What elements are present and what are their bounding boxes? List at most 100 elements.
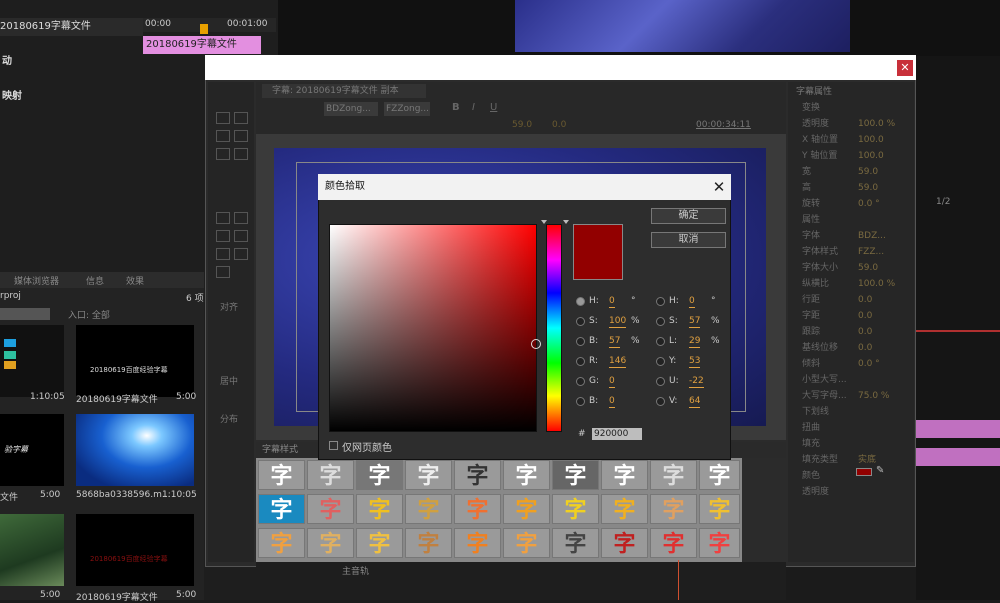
property-row[interactable]: 填充: [788, 436, 914, 452]
style-swatch[interactable]: 字: [552, 460, 599, 490]
property-value[interactable]: 实底: [858, 452, 876, 468]
style-swatch[interactable]: 字: [601, 494, 648, 524]
color-field-value[interactable]: 0: [609, 396, 615, 408]
close-icon[interactable]: ✕: [897, 60, 913, 76]
property-value[interactable]: 0.0: [858, 324, 872, 340]
color-field-value[interactable]: 57: [689, 316, 701, 328]
property-row[interactable]: 行距 0.0: [788, 292, 914, 308]
underline-button[interactable]: U: [490, 102, 497, 113]
property-value[interactable]: 0.0 °: [858, 356, 880, 372]
eyedropper-icon[interactable]: ✎: [876, 465, 884, 476]
color-mode-radio[interactable]: [576, 337, 585, 346]
timeline-ruler[interactable]: 00:00 00:01:00: [143, 18, 276, 32]
color-field-value[interactable]: 146: [609, 356, 627, 368]
property-row[interactable]: 高 59.0: [788, 180, 914, 196]
style-swatch[interactable]: 字: [552, 528, 599, 558]
color-field-value[interactable]: 0: [609, 296, 615, 308]
timeline-clip[interactable]: [916, 420, 1000, 438]
path-text-tool-icon[interactable]: [234, 130, 248, 142]
property-row[interactable]: 颜色: [788, 468, 914, 484]
titler-title-bar[interactable]: [205, 55, 916, 80]
property-value[interactable]: 0.0: [858, 308, 872, 324]
style-swatch[interactable]: 字: [258, 494, 305, 524]
property-row[interactable]: 旋转 0.0 °: [788, 196, 914, 212]
color-picker-handle[interactable]: [531, 339, 541, 349]
tab-info[interactable]: 信息: [86, 274, 104, 287]
property-row[interactable]: 倾斜 0.0 °: [788, 356, 914, 372]
style-swatch[interactable]: 字: [356, 528, 403, 558]
property-row[interactable]: 填充类型 实底: [788, 452, 914, 468]
hex-input[interactable]: 920000: [592, 428, 642, 440]
color-mode-radio[interactable]: [576, 377, 585, 386]
project-thumbnail[interactable]: 20180619百度经验字幕: [76, 514, 194, 586]
property-row[interactable]: 扭曲: [788, 420, 914, 436]
cancel-button[interactable]: 取消: [651, 232, 726, 248]
style-swatch[interactable]: 字: [699, 494, 740, 524]
color-field-value[interactable]: 100: [609, 316, 627, 328]
style-swatch[interactable]: 字: [405, 460, 452, 490]
property-row[interactable]: 纵横比 100.0 %: [788, 276, 914, 292]
project-thumbnail[interactable]: 20180619百度经验字幕: [76, 325, 194, 397]
property-row[interactable]: 基线位移 0.0: [788, 340, 914, 356]
color-field-value[interactable]: 57: [609, 336, 621, 348]
color-mode-radio[interactable]: [576, 397, 585, 406]
web-colors-checkbox[interactable]: [329, 441, 338, 450]
rounded-rect-tool-icon[interactable]: [234, 212, 248, 224]
property-row[interactable]: 小型大写...: [788, 372, 914, 388]
font-family-select[interactable]: BDZong...: [324, 102, 378, 116]
italic-button[interactable]: I: [472, 102, 475, 113]
style-swatch[interactable]: 字: [356, 494, 403, 524]
hue-slider-left-arrow[interactable]: [541, 220, 547, 224]
property-row[interactable]: 宽 59.0: [788, 164, 914, 180]
bold-button[interactable]: B: [452, 102, 460, 113]
ellipse-tool-icon[interactable]: [234, 248, 248, 260]
project-thumbnail[interactable]: [0, 514, 64, 586]
property-row[interactable]: X 轴位置 100.0: [788, 132, 914, 148]
font-size-value[interactable]: 59.0: [512, 120, 532, 130]
leading-value[interactable]: 0.0: [552, 120, 566, 130]
property-value[interactable]: 0.0: [858, 292, 872, 308]
style-swatch[interactable]: 字: [356, 460, 403, 490]
style-swatch[interactable]: 字: [650, 494, 697, 524]
property-value[interactable]: 59.0: [858, 180, 878, 196]
titler-timecode[interactable]: 00:00:34:11: [696, 120, 751, 130]
property-value[interactable]: 100.0 %: [858, 276, 895, 292]
ok-button[interactable]: 确定: [651, 208, 726, 224]
property-row[interactable]: Y 轴位置 100.0: [788, 148, 914, 164]
style-swatch[interactable]: 字: [405, 528, 452, 558]
property-row[interactable]: 变换: [788, 100, 914, 116]
property-value[interactable]: 0.0: [858, 340, 872, 356]
property-row[interactable]: 大写字母... 75.0 %: [788, 388, 914, 404]
hue-slider[interactable]: [546, 224, 562, 432]
style-swatch[interactable]: 字: [454, 460, 501, 490]
color-field-value[interactable]: 64: [689, 396, 701, 408]
color-mode-radio[interactable]: [656, 317, 665, 326]
clipped-rect-tool-icon[interactable]: [216, 230, 230, 242]
style-swatch[interactable]: 字: [503, 494, 550, 524]
font-style-select[interactable]: FZZong...: [384, 102, 430, 116]
style-swatch[interactable]: 字: [699, 528, 740, 558]
style-swatch[interactable]: 字: [503, 460, 550, 490]
style-swatch[interactable]: 字: [601, 528, 648, 558]
project-search-field[interactable]: [0, 308, 50, 320]
tab-media-browser[interactable]: 媒体浏览器: [14, 274, 59, 287]
style-swatch[interactable]: 字: [307, 494, 354, 524]
anchor-tool-icon[interactable]: [234, 148, 248, 160]
pen-tool-icon[interactable]: [216, 148, 230, 160]
style-swatch[interactable]: 字: [503, 528, 550, 558]
property-row[interactable]: 跟踪 0.0: [788, 324, 914, 340]
project-in-filter[interactable]: 入口: 全部: [68, 308, 110, 321]
arc-tool-icon[interactable]: [216, 248, 230, 260]
property-value[interactable]: 100.0 %: [858, 116, 895, 132]
text-tool-icon[interactable]: [216, 112, 230, 124]
property-value[interactable]: 100.0: [858, 148, 884, 164]
saturation-brightness-field[interactable]: [329, 224, 537, 432]
property-row[interactable]: 透明度 100.0 %: [788, 116, 914, 132]
timeline-clip[interactable]: [916, 448, 1000, 466]
color-field-value[interactable]: 29: [689, 336, 701, 348]
color-mode-radio[interactable]: [576, 317, 585, 326]
titler-tab[interactable]: 字幕: 20180619字幕文件 副本: [262, 84, 426, 98]
property-row[interactable]: 透明度: [788, 484, 914, 500]
style-swatch[interactable]: 字: [258, 460, 305, 490]
rectangle-tool-icon[interactable]: [216, 212, 230, 224]
